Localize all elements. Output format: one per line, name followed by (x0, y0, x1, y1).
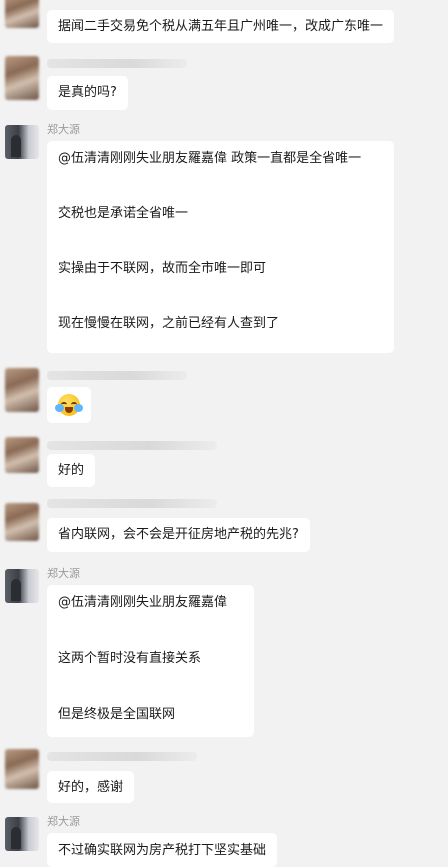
message-4 (0, 367, 448, 425)
crying-laughing-emoji-icon (55, 394, 83, 416)
message-2: 是真的吗? (0, 55, 448, 112)
message-text: 省内联网，会不会是开征房地产税的先兆? (58, 527, 299, 542)
message-line: 实操由于不联网，故而全市唯一即可 (58, 261, 267, 276)
avatar[interactable] (5, 0, 39, 28)
message-bubble (47, 387, 91, 423)
message-bubble: 好的，感谢 (47, 771, 135, 803)
avatar[interactable] (5, 125, 39, 159)
message-7: 郑大源 @伍清清刚刚失业朋友羅嘉偉 这两个暂时没有直接关系 但是终极是全国联网 (0, 564, 448, 740)
message-1: 据闻二手交易免个税从满五年且广州唯一，改成广东唯一 (0, 0, 448, 44)
message-bubble: 是真的吗? (47, 76, 128, 110)
avatar[interactable] (5, 503, 39, 541)
avatar[interactable] (5, 437, 39, 473)
message-text: 据闻二手交易免个税从满五年且广州唯一，改成广东唯一 (58, 19, 384, 34)
message-5: 好的 (0, 437, 448, 489)
message-bubble: 据闻二手交易免个税从满五年且广州唯一，改成广东唯一 (47, 10, 395, 43)
sender-name-blurred (47, 752, 197, 761)
message-bubble: @伍清清刚刚失业朋友羅嘉偉 这两个暂时没有直接关系 但是终极是全国联网 (47, 585, 254, 737)
sender-name: 郑大源 (47, 815, 80, 828)
avatar[interactable] (5, 749, 39, 789)
avatar[interactable] (5, 817, 39, 851)
avatar[interactable] (5, 56, 39, 100)
sender-name-blurred (47, 59, 187, 68)
message-line: @伍清清刚刚失业朋友羅嘉偉 政策一直都是全省唯一 (58, 151, 362, 166)
message-text: 不过确实联网为房产税打下坚实基础 (58, 843, 267, 858)
message-line: @伍清清刚刚失业朋友羅嘉偉 (58, 595, 228, 610)
message-text: 是真的吗? (58, 85, 117, 100)
avatar[interactable] (5, 368, 39, 412)
message-line: 现在慢慢在联网，之前已经有人查到了 (58, 316, 280, 331)
message-6: 省内联网，会不会是开征房地产税的先兆? (0, 498, 448, 554)
message-bubble: 不过确实联网为房产税打下坚实基础 (47, 833, 278, 867)
message-bubble: @伍清清刚刚失业朋友羅嘉偉 政策一直都是全省唯一 交税也是承诺全省唯一 实操由于… (47, 141, 394, 353)
message-line: 但是终极是全国联网 (58, 707, 176, 722)
message-line: 交税也是承诺全省唯一 (58, 206, 189, 221)
message-bubble: 好的 (47, 454, 96, 487)
sender-name: 郑大源 (47, 123, 80, 136)
sender-name: 郑大源 (47, 567, 80, 580)
message-3: 郑大源 @伍清清刚刚失业朋友羅嘉偉 政策一直都是全省唯一 交税也是承诺全省唯一 … (0, 120, 448, 356)
message-text: 好的，感谢 (58, 780, 124, 795)
sender-name-blurred (47, 441, 217, 450)
sender-name-blurred (47, 371, 187, 380)
message-bubble: 省内联网，会不会是开征房地产税的先兆? (47, 518, 310, 552)
message-text: 好的 (58, 463, 85, 478)
message-line: 这两个暂时没有直接关系 (58, 651, 202, 666)
message-9: 郑大源 不过确实联网为房产税打下坚实基础 (0, 812, 448, 867)
message-8: 好的，感谢 (0, 748, 448, 804)
avatar[interactable] (5, 569, 39, 603)
sender-name-blurred (47, 499, 217, 508)
